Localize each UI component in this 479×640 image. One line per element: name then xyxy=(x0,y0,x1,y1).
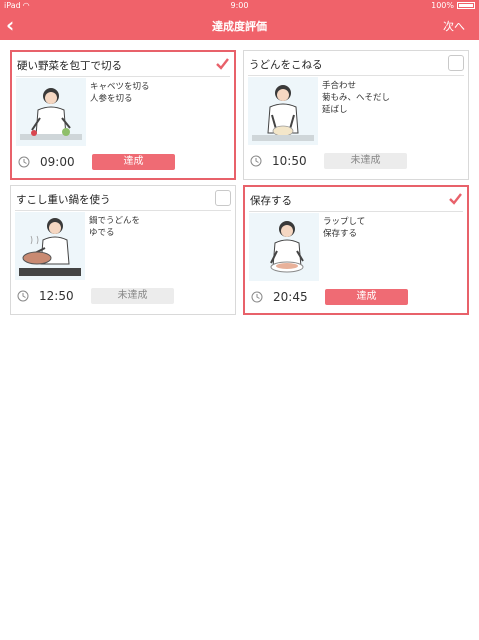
task-card[interactable]: 保存する ラップして 保存する 20:45 達成 xyxy=(243,185,469,315)
task-time: 20:45 xyxy=(273,290,308,304)
task-time: 09:00 xyxy=(40,155,75,169)
step-text: 鍋でうどんを xyxy=(89,216,141,226)
status-time: 9:00 xyxy=(230,1,249,10)
checkbox[interactable] xyxy=(215,190,231,206)
battery-icon xyxy=(457,2,475,9)
clock-icon xyxy=(251,291,263,303)
divider xyxy=(248,75,464,76)
checkbox[interactable] xyxy=(448,55,464,71)
step-text: 菊もみ、へそだし xyxy=(322,93,391,103)
navigation-bar: ‹ 達成度評価 次へ xyxy=(0,12,479,40)
task-card[interactable]: うどんをこねる 手合わせ 菊もみ、へそだし 延ばし 10:50 未達成 xyxy=(243,50,469,180)
status-button[interactable]: 未達成 xyxy=(324,153,407,169)
checkbox[interactable] xyxy=(214,56,230,72)
task-time: 10:50 xyxy=(272,154,307,168)
divider xyxy=(249,211,463,212)
checkmark-icon xyxy=(216,58,229,70)
task-card[interactable]: 硬い野菜を包丁で切る キャベツを切る 人参を切る 09:00 達成 xyxy=(10,50,236,180)
clock-icon xyxy=(17,290,29,302)
step-text: ゆでる xyxy=(89,228,115,238)
step-text: 手合わせ xyxy=(322,81,357,91)
battery-status: 100% xyxy=(431,0,475,12)
task-steps: 手合わせ 菊もみ、へそだし 延ばし xyxy=(322,80,390,116)
task-steps: ラップして 保存する xyxy=(323,216,365,240)
next-button[interactable]: 次へ xyxy=(443,18,465,34)
checkbox[interactable] xyxy=(447,191,463,207)
task-title: すこし重い鍋を使う xyxy=(16,194,111,206)
step-text: 人参を切る xyxy=(90,94,133,104)
task-time: 12:50 xyxy=(39,289,74,303)
status-button[interactable]: 未達成 xyxy=(91,288,174,304)
cutting-vegetables-illustration xyxy=(16,78,86,146)
task-steps: 鍋でうどんを ゆでる xyxy=(89,215,140,239)
task-steps: キャベツを切る 人参を切る xyxy=(90,81,150,105)
task-title: 保存する xyxy=(250,195,292,207)
task-title: 硬い野菜を包丁で切る xyxy=(17,60,122,72)
step-text: ラップして xyxy=(323,217,366,227)
divider xyxy=(16,76,230,77)
step-text: 保存する xyxy=(323,229,358,239)
status-bar: iPad ◠ 9:00 100% xyxy=(0,0,479,12)
step-text: キャベツを切る xyxy=(90,82,150,92)
status-button[interactable]: 達成 xyxy=(92,154,175,170)
task-card[interactable]: すこし重い鍋を使う 鍋でうどんを ゆでる 12:50 未達成 xyxy=(10,185,236,315)
wrapping-food-illustration xyxy=(249,213,319,281)
header: iPad ◠ 9:00 100% ‹ 達成度評価 次へ xyxy=(0,0,479,40)
clock-icon xyxy=(250,155,262,167)
status-button[interactable]: 達成 xyxy=(325,289,408,305)
page-title: 達成度評価 xyxy=(212,20,267,33)
task-title: うどんをこねる xyxy=(249,59,323,71)
checkmark-icon xyxy=(449,193,462,205)
step-text: 延ばし xyxy=(322,105,348,115)
cooking-pot-illustration xyxy=(15,212,85,280)
kneading-udon-illustration xyxy=(248,77,318,145)
clock-icon xyxy=(18,156,30,168)
divider xyxy=(15,210,231,211)
